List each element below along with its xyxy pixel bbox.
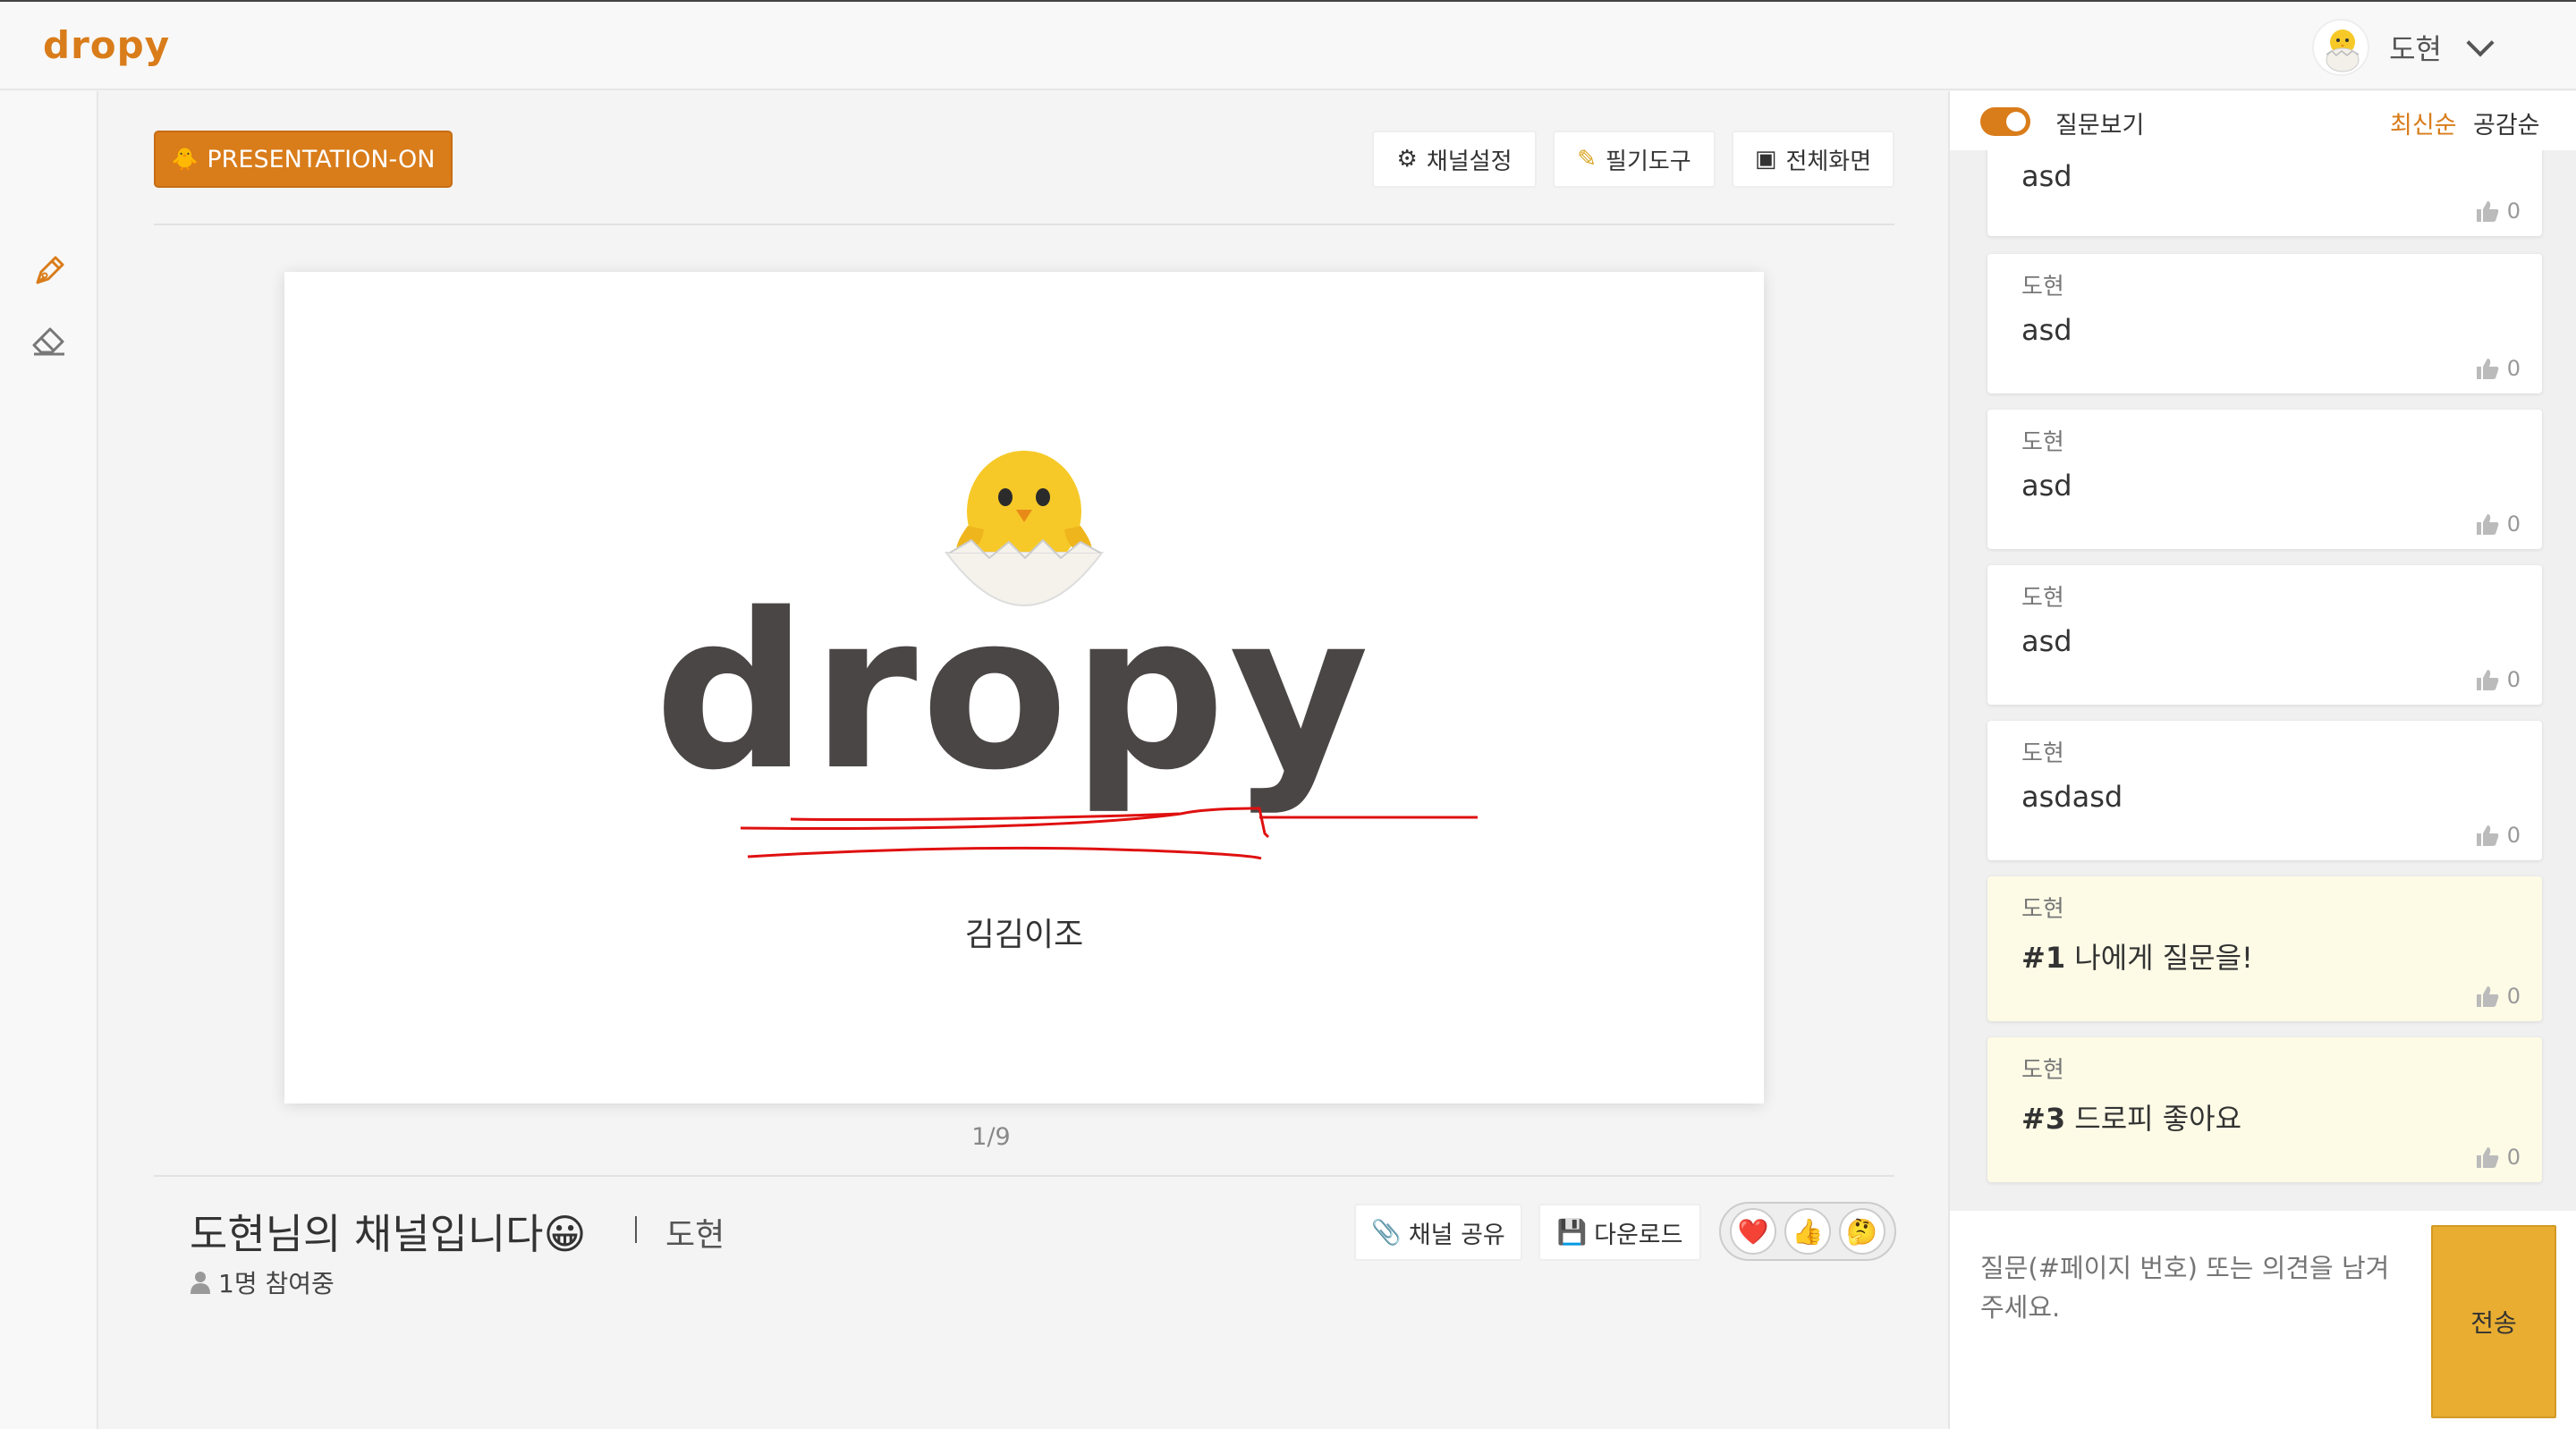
participants-label: 1명 참여중 [218,1269,335,1298]
thumbs-up-icon [2476,1147,2499,1168]
question-body: 드로피 좋아요 [2074,1102,2242,1136]
thumbs-up-icon [2476,670,2499,690]
thumbs-up-reaction-button[interactable]: 👍 [1784,1208,1831,1255]
like-count: 0 [2506,1145,2521,1170]
question-text: #1 나에게 질문을! [2021,935,2253,977]
question-author: 도현 [2021,274,2064,300]
like-button[interactable]: 0 [2475,199,2521,224]
divider [154,1175,1894,1177]
like-count: 0 [2506,512,2521,537]
fullscreen-button[interactable]: ▣ 전체화면 [1732,131,1894,188]
question-text: asd [2021,313,2072,347]
thumbs-up-icon [2476,514,2499,535]
logo[interactable]: dropy [43,23,170,67]
question-body: 나에게 질문을! [2074,941,2253,975]
like-count: 0 [2506,823,2521,848]
pen-icon[interactable] [29,250,70,292]
question-panel: 질문보기 최신순 공감순 asd 0 도현 asd 0 도현 asd 0 도현 … [1948,91,2576,1429]
chevron-down-icon[interactable] [2466,29,2495,57]
tool-rail [0,91,98,1429]
share-label: 채널 공유 [1408,1221,1505,1249]
question-text: #3 드로피 좋아요 [2021,1096,2241,1137]
chick-avatar-icon [2326,30,2360,72]
slide-canvas[interactable]: dropy 김김이조 [284,272,1764,1103]
channel-owner: 도현 [665,1217,725,1254]
question-card[interactable]: 도현 #3 드로피 좋아요 0 [1987,1037,2542,1182]
channel-settings-button[interactable]: ⚙ 채널설정 [1372,131,1537,188]
like-count: 0 [2506,667,2521,692]
ink-annotation [740,807,1478,860]
question-view-toggle[interactable] [1980,107,2030,136]
clapper-icon: ▣ [1754,146,1777,173]
thumbs-up-icon [2476,359,2499,379]
question-text: asd [2021,469,2072,503]
question-author: 도현 [2021,429,2064,456]
top-bar: dropy 도현 [0,0,2576,90]
fullscreen-label: 전체화면 [1785,148,1872,175]
page-tag: #1 [2021,941,2066,975]
paperclip-icon: 📎 [1371,1219,1402,1247]
gear-icon: ⚙ [1396,146,1418,173]
like-button[interactable]: 0 [2475,356,2521,381]
like-button[interactable]: 0 [2475,667,2521,692]
avatar[interactable] [2312,19,2370,76]
question-card[interactable]: 도현 asd 0 [1987,565,2542,705]
like-count: 0 [2506,984,2521,1009]
chick-icon: 🐥 [171,147,199,172]
question-author: 도현 [2021,896,2064,923]
toggle-label: 질문보기 [2055,112,2145,140]
question-author: 도현 [2021,740,2064,767]
like-count: 0 [2506,199,2521,224]
like-button[interactable]: 0 [2475,512,2521,537]
question-input-area: 전송 [1950,1211,2576,1429]
pen-tool-button[interactable]: ✎ 필기도구 [1553,131,1716,188]
eraser-icon[interactable] [29,318,70,359]
heart-reaction-button[interactable]: ❤️ [1730,1208,1777,1255]
person-icon [191,1272,210,1294]
question-text: asd [2021,159,2072,193]
presentation-label: PRESENTATION-ON [207,145,436,173]
thumbs-up-icon [2476,201,2499,222]
like-button[interactable]: 0 [2475,984,2521,1009]
question-input[interactable] [1980,1248,2410,1409]
presentation-main: 🐥 PRESENTATION-ON ⚙ 채널설정 ✎ 필기도구 ▣ 전체화면 d… [98,91,1948,1429]
thinking-reaction-button[interactable]: 🤔 [1838,1208,1885,1255]
page-tag: #3 [2021,1102,2066,1136]
thumbs-up-icon [2476,825,2499,846]
floppy-icon: 💾 [1556,1219,1588,1247]
sort-likes-button[interactable]: 공감순 [2473,106,2540,140]
divider [154,224,1894,225]
download-button[interactable]: 💾 다운로드 [1538,1204,1701,1261]
question-card[interactable]: 도현 asd 0 [1987,410,2542,549]
page-indicator: 1/9 [971,1123,1011,1151]
question-card[interactable]: 도현 asdasd 0 [1987,721,2542,860]
send-button[interactable]: 전송 [2431,1225,2556,1418]
sort-newest-button[interactable]: 최신순 [2390,106,2457,140]
question-author: 도현 [2021,585,2064,612]
presentation-on-button[interactable]: 🐥 PRESENTATION-ON [154,131,453,188]
question-text: asd [2021,624,2072,658]
panel-header: 질문보기 최신순 공감순 [1950,91,2576,150]
channel-title: 도현님의 채널입니다😀 [190,1210,587,1258]
slide-subtitle: 김김이조 [964,917,1084,953]
question-text: asdasd [2021,780,2123,814]
like-button[interactable]: 0 [2475,823,2521,848]
download-label: 다운로드 [1594,1221,1683,1249]
like-count: 0 [2506,356,2521,381]
channel-settings-label: 채널설정 [1426,148,1513,175]
reaction-group: ❤️ 👍 🤔 [1719,1202,1896,1261]
question-card[interactable]: 도현 #1 나에게 질문을! 0 [1987,876,2542,1021]
pencil-icon: ✎ [1577,146,1597,173]
pen-tool-label: 필기도구 [1606,148,1691,175]
like-button[interactable]: 0 [2475,1145,2521,1170]
user-name[interactable]: 도현 [2389,27,2442,68]
thumbs-up-icon [2476,986,2499,1007]
question-author: 도현 [2021,1057,2064,1084]
question-card[interactable]: 도현 asd 0 [1987,254,2542,393]
share-channel-button[interactable]: 📎 채널 공유 [1354,1204,1522,1261]
participant-count: 1명 참여중 [190,1264,335,1300]
separator [635,1216,637,1243]
user-menu[interactable]: 도현 [2312,18,2495,77]
